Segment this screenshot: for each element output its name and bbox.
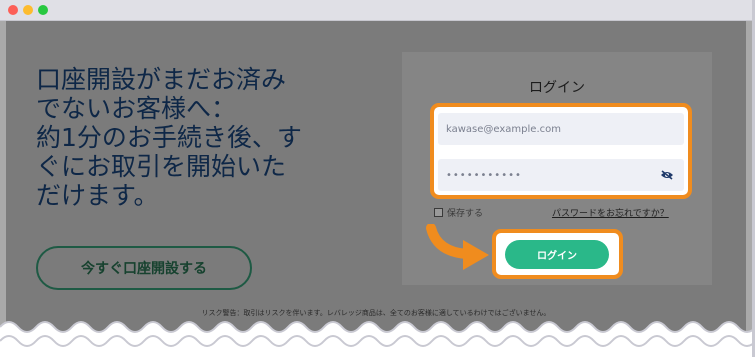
login-title: ログイン xyxy=(529,80,585,96)
remember-label: 保存する xyxy=(447,209,484,219)
button-highlight: ログイン xyxy=(492,229,623,279)
browser-window: 口座開設がまだお済み でないお客様へ： 約1分のお手続き後、す ぐにお取引を開始… xyxy=(0,0,755,357)
torn-edge-decoration xyxy=(0,321,752,357)
maximize-window-icon[interactable] xyxy=(38,5,48,15)
open-account-button[interactable]: 今すぐ口座開設する xyxy=(36,246,252,290)
fields-highlight: kawase@example.com ••••••••••• xyxy=(430,103,692,199)
forgot-password-link[interactable]: パスワードをお忘れですか？ xyxy=(552,206,669,219)
eye-slash-icon[interactable] xyxy=(660,170,674,180)
password-field[interactable]: ••••••••••• xyxy=(438,159,684,191)
email-field[interactable]: kawase@example.com xyxy=(438,113,684,145)
headline-line: 約1分のお手続き後、す xyxy=(36,123,302,152)
headline-line: だけます。 xyxy=(36,181,159,210)
remember-checkbox[interactable] xyxy=(434,208,443,217)
minimize-window-icon[interactable] xyxy=(23,5,33,15)
headline-line: ぐにお取引を開始いた xyxy=(36,152,287,181)
headline-line: 口座開設がまだお済み xyxy=(36,65,287,94)
password-value: ••••••••••• xyxy=(446,169,522,181)
close-window-icon[interactable] xyxy=(8,5,18,15)
page-content: 口座開設がまだお済み でないお客様へ： 約1分のお手続き後、す ぐにお取引を開始… xyxy=(6,21,746,357)
login-button[interactable]: ログイン xyxy=(505,240,609,269)
title-bar xyxy=(0,0,752,21)
headline-line: でないお客様へ： xyxy=(36,94,237,123)
signup-headline: 口座開設がまだお済み でないお客様へ： 約1分のお手続き後、す ぐにお取引を開始… xyxy=(36,65,356,210)
curved-arrow-icon xyxy=(426,224,489,270)
remember-me[interactable]: 保存する xyxy=(434,206,483,219)
